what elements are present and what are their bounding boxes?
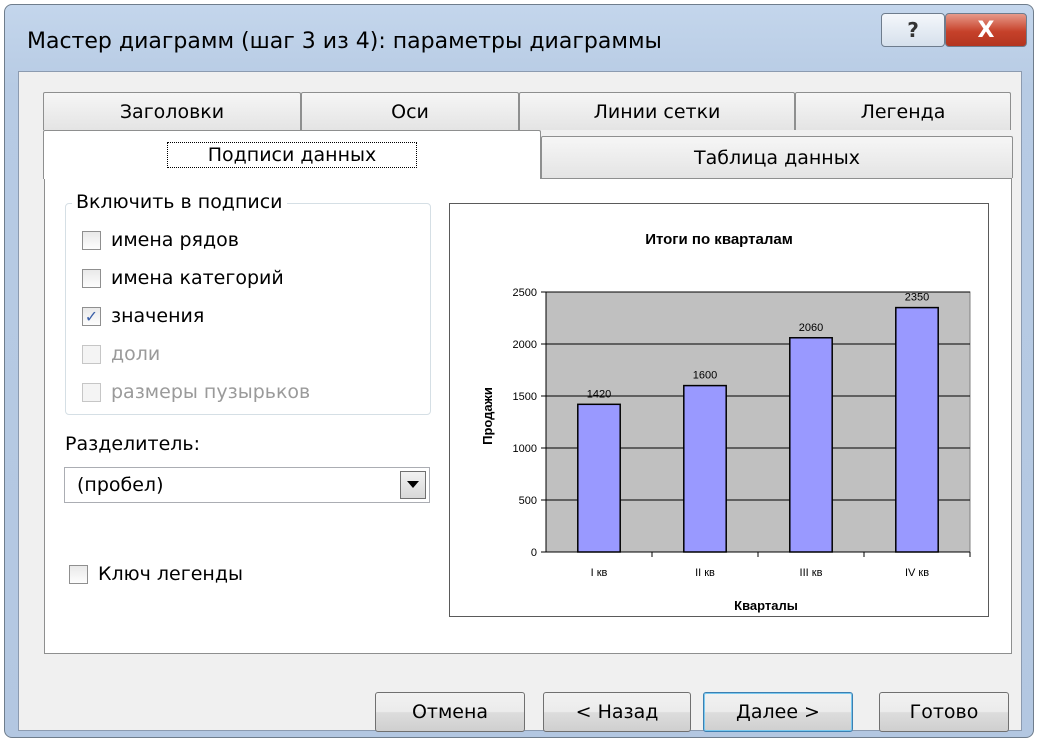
chart-svg: Итоги по кварталам Кварталы Продажи 0 500… [480,231,971,613]
separator-dropdown[interactable]: (пробел) [64,467,430,503]
chart-preview: Итоги по кварталам Кварталы Продажи 0 500… [449,203,989,617]
y-tick-label: 1000 [513,443,537,455]
tab-gridlines[interactable]: Линии сетки [519,92,795,130]
window-title: Мастер диаграмм (шаг 3 из 4): параметры … [27,29,662,54]
checkmark-icon: ✓ [84,306,99,326]
tab-label: Линии сетки [593,100,721,123]
separator-value: (пробел) [77,474,164,496]
chevron-down-icon [407,481,419,488]
tab-data-table[interactable]: Таблица данных [541,136,1013,178]
cancel-button[interactable]: Отмена [375,692,525,732]
tab-titles[interactable]: Заголовки [43,92,301,130]
tab-label: Легенда [860,100,946,123]
y-tick-label: 1500 [513,391,537,403]
help-icon: ? [907,18,919,42]
tab-label: Подписи данных [166,142,418,168]
data-label: 1600 [693,370,717,382]
help-button[interactable]: ? [881,13,945,47]
chart-wizard-window: Мастер диаграмм (шаг 3 из 4): параметры … [4,4,1034,738]
option-label: значения [111,305,205,327]
option-percentages: доли [82,343,160,365]
y-tick-label: 2000 [513,339,537,351]
option-values[interactable]: ✓ значения [82,305,204,327]
plot-area: 0 500 1000 1500 2000 2500 1420 I кв 1600 II кв 206… [513,287,971,579]
dialog-client-area: Заголовки Оси Линии сетки Легенда Подпис… [18,71,1022,732]
checkbox[interactable] [69,564,88,584]
tab-label: Таблица данных [694,146,860,169]
checkbox[interactable]: ✓ [82,306,101,326]
tab-data-labels[interactable]: Подписи данных [43,130,541,179]
option-label: размеры пузырьков [111,381,311,403]
button-label: Далее > [736,701,820,723]
tab-legend[interactable]: Легенда [795,92,1011,130]
option-bubble-sizes: размеры пузырьков [82,381,310,403]
y-tick-label: 0 [531,547,537,559]
next-button[interactable]: Далее > [703,692,853,732]
bar [895,306,939,553]
checkbox[interactable] [82,230,101,250]
x-tick-label: II кв [695,567,715,579]
back-button[interactable]: < Назад [543,692,691,732]
data-labels-panel: Включить в подписи имена рядов имена кат… [44,178,1012,654]
dropdown-arrow-button[interactable] [400,471,426,499]
chart-title: Итоги по кварталам [645,231,793,248]
option-series-names[interactable]: имена рядов [82,229,239,251]
data-label: 2350 [905,292,929,304]
tab-axes[interactable]: Оси [301,92,519,130]
option-label: имена категорий [111,267,284,289]
button-label: < Назад [575,701,659,723]
y-tick-label: 500 [519,495,537,507]
option-label: Ключ легенды [98,563,243,585]
y-axis-label: Продажи [480,387,495,445]
checkbox[interactable] [82,268,101,288]
option-category-names[interactable]: имена категорий [82,267,284,289]
x-tick-label: IV кв [905,567,929,579]
bar [683,384,727,553]
option-label: доли [111,343,161,365]
checkbox [82,382,101,402]
button-label: Отмена [411,701,489,723]
close-button[interactable]: X [945,13,1027,47]
button-label: Готово [909,701,979,723]
data-label: 1420 [587,388,611,400]
checkbox [82,344,101,364]
bar [789,337,833,553]
finish-button[interactable]: Готово [879,692,1009,732]
x-tick-label: III кв [800,567,823,579]
bar [577,403,621,553]
separator-label: Разделитель: [65,433,201,455]
include-in-labels-group: Включить в подписи имена рядов имена кат… [65,191,431,415]
title-bar[interactable]: Мастер диаграмм (шаг 3 из 4): параметры … [5,5,1033,71]
data-label: 2060 [799,322,823,334]
y-tick-label: 2500 [513,287,537,299]
x-tick-label: I кв [591,567,608,579]
group-title: Включить в подписи [72,191,287,213]
tab-label: Оси [391,100,429,123]
legend-key-option[interactable]: Ключ легенды [69,563,243,585]
option-label: имена рядов [111,229,239,251]
x-axis-label: Кварталы [734,598,798,613]
close-icon: X [977,17,995,43]
tab-label: Заголовки [119,100,225,123]
